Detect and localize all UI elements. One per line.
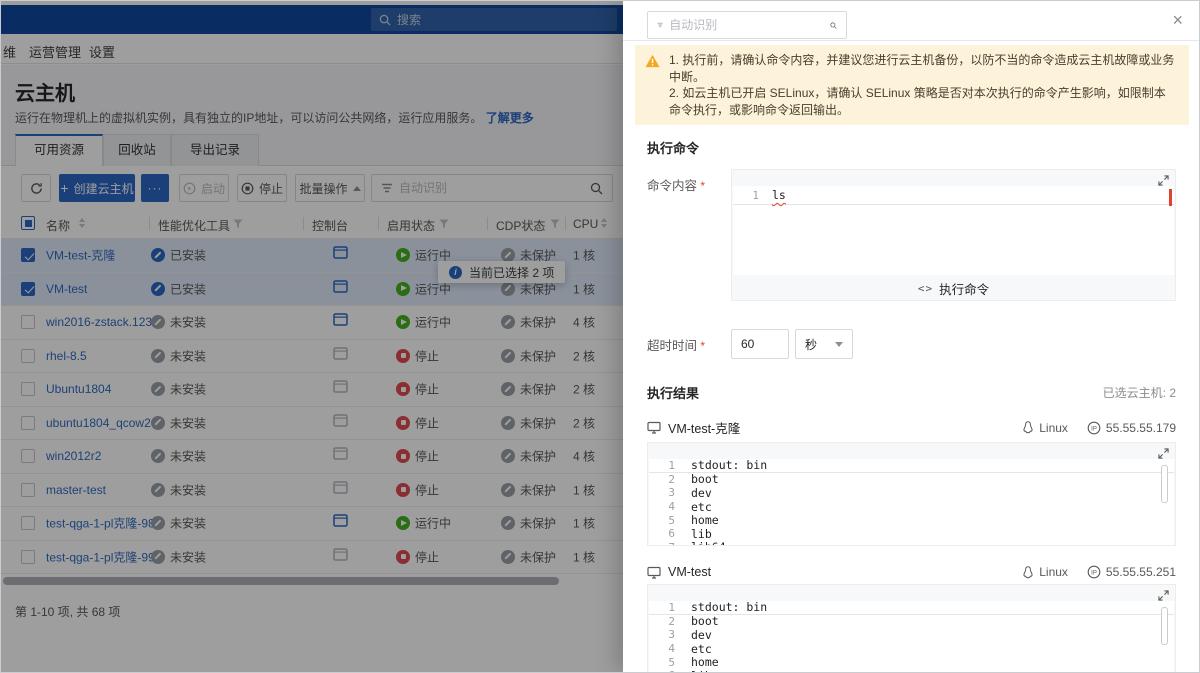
section-title-result: 执行结果 <box>647 383 699 402</box>
output-line: dev <box>691 486 712 500</box>
command-content-label: 命令内容 <box>647 169 731 301</box>
app-window: 维 运营管理 设置 云主机 运行在物理机上的虚拟机实例，具有独立的IP地址，可以… <box>0 0 1200 673</box>
result-output-editor[interactable]: 1stdout: bin 2boot 3dev 4etc 5home 6lib … <box>647 442 1176 546</box>
result-vm-os: Linux <box>1039 421 1068 435</box>
output-line: lib <box>691 669 712 673</box>
output-line: lib <box>691 527 712 541</box>
warning-line-2: 2. 如云主机已开启 SELinux，请确认 SELinux 策略是否对本次执行… <box>669 85 1177 118</box>
command-text[interactable]: ls <box>772 188 786 202</box>
main-panel: 维 运营管理 设置 云主机 运行在物理机上的虚拟机实例，具有独立的IP地址，可以… <box>1 1 623 672</box>
output-line: stdout: bin <box>691 459 767 472</box>
drawer-body: 执行命令 命令内容 1 ls <> <box>623 138 1200 673</box>
vm-monitor-icon <box>647 566 661 579</box>
line-number: 2 <box>649 615 675 628</box>
editor-scrollbar[interactable] <box>1161 465 1168 503</box>
output-line: stdout: bin <box>691 601 767 614</box>
execute-command-drawer: 执行命令 × 1. 执行前，请确认命令内容，并建议您进行云主机备份，以防不当的命… <box>623 1 1200 672</box>
line-number: 5 <box>649 656 675 669</box>
warning-icon <box>645 54 660 68</box>
line-number: 1 <box>733 189 759 202</box>
line-number: 6 <box>649 669 675 673</box>
output-line: etc <box>691 500 712 514</box>
output-line: boot <box>691 614 719 628</box>
line-number: 7 <box>649 541 675 545</box>
result-vm-name: VM-test <box>668 565 711 579</box>
output-line: etc <box>691 642 712 656</box>
linux-penguin-icon <box>1022 421 1034 434</box>
warning-line-1: 1. 执行前，请确认命令内容，并建议您进行云主机备份，以防不当的命令造成云主机故… <box>669 52 1177 85</box>
line-number: 5 <box>649 514 675 527</box>
output-line: home <box>691 513 719 527</box>
close-icon[interactable]: × <box>1172 9 1183 31</box>
result-vm-name: VM-test-克隆 <box>668 418 740 437</box>
result-vm-ip: 55.55.55.251 <box>1106 565 1176 579</box>
line-number: 4 <box>649 500 675 513</box>
selected-vm-count: 已选云主机: 2 <box>1103 384 1176 401</box>
filter-lines-icon <box>657 20 663 30</box>
result-search-input[interactable] <box>669 18 824 32</box>
warning-banner: 1. 执行前，请确认命令内容，并建议您进行云主机备份，以防不当的命令造成云主机故… <box>635 45 1189 125</box>
line-number: 1 <box>649 601 675 614</box>
result-vm-os: Linux <box>1039 565 1068 579</box>
output-line: home <box>691 655 719 669</box>
command-editor[interactable]: 1 ls <> 执行命令 <box>731 169 1176 301</box>
line-number: 2 <box>649 473 675 486</box>
ip-address-icon: IP <box>1087 421 1101 435</box>
line-number: 3 <box>649 628 675 641</box>
result-search-box[interactable] <box>647 11 847 39</box>
run-command-button[interactable]: <> 执行命令 <box>732 275 1175 302</box>
vm-monitor-icon <box>647 421 661 434</box>
code-icon: <> <box>918 282 933 295</box>
editor-scrollbar[interactable] <box>1161 607 1168 645</box>
line-number: 6 <box>649 527 675 540</box>
result-header: VM-test-克隆 Linux IP 55.55.55.179 <box>647 418 1176 437</box>
result-header: VM-test Linux IP 55.55.55.251 <box>647 565 1176 579</box>
timeout-label: 超时时间 <box>647 335 731 354</box>
timeout-unit-value: 秒 <box>805 336 817 353</box>
result-output-editor[interactable]: 1stdout: bin 2boot 3dev 4etc 5home 6lib … <box>647 584 1176 673</box>
chevron-down-icon <box>835 342 843 347</box>
run-command-label: 执行命令 <box>939 279 989 298</box>
timeout-unit-select[interactable]: 秒 <box>795 329 853 359</box>
output-line: lib64 <box>691 540 726 545</box>
modal-mask[interactable] <box>1 1 623 672</box>
section-title-command: 执行命令 <box>647 138 1176 157</box>
search-icon[interactable] <box>830 19 837 32</box>
line-number: 1 <box>649 459 675 472</box>
linux-penguin-icon <box>1022 566 1034 579</box>
line-number: 4 <box>649 642 675 655</box>
svg-text:IP: IP <box>1091 426 1097 432</box>
output-line: boot <box>691 472 719 486</box>
line-number: 3 <box>649 486 675 499</box>
timeout-input[interactable] <box>731 329 789 359</box>
ip-address-icon: IP <box>1087 565 1101 579</box>
error-marker <box>1169 189 1172 206</box>
result-vm-ip: 55.55.55.179 <box>1106 421 1176 435</box>
svg-text:IP: IP <box>1091 570 1097 576</box>
output-line: dev <box>691 628 712 642</box>
